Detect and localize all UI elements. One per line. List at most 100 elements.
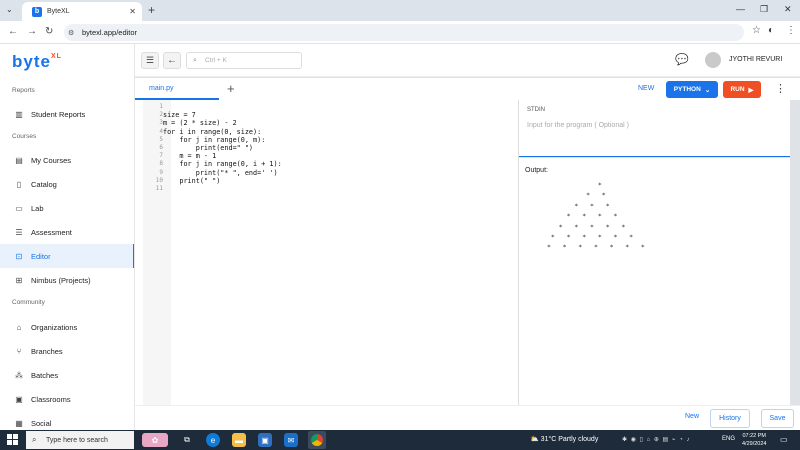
- close-window-icon[interactable]: ✕: [784, 4, 792, 15]
- stdin-panel[interactable]: STDIN Input for the program ( Optional ): [519, 100, 790, 157]
- editor-icon: ⊡: [15, 251, 23, 261]
- new-button[interactable]: NEW: [638, 85, 654, 92]
- grid-icon: ⊞: [15, 275, 23, 285]
- sidebar: byteXL Reports ▥ Student Reports Courses …: [0, 44, 135, 430]
- language-select[interactable]: PYTHON ⌄: [666, 81, 718, 98]
- branches-icon: ⑂: [16, 346, 22, 356]
- sidebar-item-editor[interactable]: ⊡ Editor: [0, 244, 134, 268]
- line-number: 10: [155, 176, 163, 184]
- code-line[interactable]: print("* ", end=' '): [163, 169, 278, 177]
- notification-icon[interactable]: ▭: [780, 435, 788, 444]
- chat-icon[interactable]: 💬: [675, 53, 689, 66]
- browser-menu-icon[interactable]: ⋮: [786, 25, 796, 36]
- tab-title: ByteXL: [47, 8, 70, 15]
- menu-toggle-button[interactable]: ☰: [141, 52, 159, 69]
- sidebar-item-label: Classrooms: [31, 394, 71, 404]
- sidebar-item-label: Student Reports: [31, 109, 86, 119]
- sidebar-item-classrooms[interactable]: ▣ Classrooms: [0, 387, 134, 411]
- sidebar-item-student-reports[interactable]: ▥ Student Reports: [0, 102, 134, 126]
- store-icon[interactable]: ▣: [258, 433, 272, 447]
- mail-icon[interactable]: ✉: [284, 433, 298, 447]
- add-file-icon[interactable]: +: [227, 81, 235, 96]
- editor-bottom-bar: New History Save: [135, 405, 800, 430]
- sidebar-item-batches[interactable]: ⁂ Batches: [0, 363, 134, 387]
- profile-icon[interactable]: ◐: [768, 25, 774, 36]
- sidebar-item-catalog[interactable]: ▯ Catalog: [0, 172, 134, 196]
- sidebar-item-label: Organizations: [31, 322, 78, 332]
- new-file-button[interactable]: New: [685, 413, 699, 420]
- code-line[interactable]: print(end=" "): [163, 144, 253, 152]
- minimize-icon[interactable]: —: [736, 4, 745, 14]
- close-tab-icon[interactable]: ✕: [129, 7, 136, 16]
- widget-icon[interactable]: ✿: [142, 433, 168, 447]
- clock-time: 07:22 PM: [742, 433, 766, 439]
- tab-search-chevron-icon[interactable]: ⌄: [6, 5, 13, 14]
- save-button[interactable]: Save: [761, 409, 794, 428]
- site-info-icon[interactable]: ⚙: [68, 29, 74, 37]
- sidebar-item-label: Batches: [31, 370, 59, 380]
- taskbar-search-placeholder: Type here to search: [46, 436, 108, 444]
- sidebar-item-social[interactable]: ▦ Social: [0, 411, 134, 430]
- run-button[interactable]: RUN ▶: [723, 81, 761, 98]
- line-number: 9: [159, 168, 163, 176]
- sidebar-item-lab[interactable]: ▭ Lab: [0, 196, 134, 220]
- code-line[interactable]: for j in range(0, m):: [163, 136, 265, 144]
- username[interactable]: JYOTHI REVURI: [729, 56, 782, 63]
- new-tab-icon[interactable]: +: [148, 3, 155, 17]
- chrome-icon[interactable]: [308, 431, 326, 449]
- code-line[interactable]: m = m - 1: [163, 152, 216, 160]
- social-icon: ▦: [15, 418, 23, 428]
- file-tab-main-py[interactable]: main.py: [135, 78, 219, 100]
- forward-icon[interactable]: →: [27, 26, 37, 37]
- line-number: 7: [159, 152, 163, 160]
- section-reports: Reports: [12, 87, 35, 94]
- line-number: 2: [159, 111, 163, 119]
- line-number: 4: [159, 127, 163, 135]
- line-number: 6: [159, 144, 163, 151]
- reload-icon[interactable]: ↻: [45, 26, 53, 37]
- sidebar-item-label: My Courses: [31, 155, 72, 165]
- restore-icon[interactable]: ❐: [760, 4, 768, 15]
- chevron-down-icon: ⌄: [704, 86, 711, 94]
- search-input[interactable]: ⌕ Ctrl + K: [186, 52, 302, 69]
- task-view-icon[interactable]: ⧉: [180, 433, 194, 447]
- code-line[interactable]: for j in range(0, i + 1):: [163, 160, 281, 168]
- classroom-icon: ▣: [15, 394, 23, 404]
- back-icon[interactable]: ←: [8, 26, 18, 37]
- url-input[interactable]: ⚙ bytexl.app/editor: [64, 24, 744, 41]
- run-label: RUN: [730, 86, 745, 93]
- code-line[interactable]: size = 7: [163, 111, 196, 119]
- code-line[interactable]: for i in range(0, size):: [163, 128, 261, 136]
- sidebar-item-branches[interactable]: ⑂ Branches: [0, 339, 134, 363]
- browser-tab[interactable]: b ByteXL ✕: [22, 2, 142, 21]
- code-editor[interactable]: 1 2 3 4 5 6 7 8 9 10 11 size = 7m = (2 * size) - 2…: [135, 100, 519, 405]
- sidebar-item-nimbus[interactable]: ⊞ Nimbus (Projects): [0, 268, 134, 292]
- sidebar-item-label: Catalog: [31, 179, 57, 189]
- batches-icon: ⁂: [15, 370, 23, 380]
- windows-start-icon[interactable]: [7, 434, 19, 446]
- more-options-icon[interactable]: ⋮: [775, 82, 786, 95]
- stdin-placeholder: Input for the program ( Optional ): [527, 122, 629, 129]
- logo-text: byte: [12, 52, 51, 71]
- avatar[interactable]: [705, 52, 721, 68]
- line-number: 3: [159, 119, 163, 127]
- sidebar-item-assessment[interactable]: ☰ Assessment: [0, 220, 134, 244]
- file-explorer-icon[interactable]: ▬: [232, 433, 246, 447]
- weather-widget[interactable]: ⛅ 31°C Partly cloudy: [530, 435, 598, 443]
- taskbar-search-input[interactable]: ⌕ Type here to search: [26, 431, 134, 449]
- back-button[interactable]: ←: [163, 52, 181, 69]
- system-tray-icons[interactable]: ✱ ◉ ▯ ⌂ ⊕ ▤ ⌁ ◔ ♪: [622, 436, 690, 443]
- clock[interactable]: 07:22 PM 4/29/2024: [742, 432, 766, 448]
- hamburger-icon: ☰: [145, 55, 155, 65]
- history-button[interactable]: History: [710, 409, 750, 428]
- language-indicator[interactable]: ENG: [722, 436, 735, 442]
- bytexl-logo[interactable]: byteXL: [12, 52, 62, 72]
- edge-icon[interactable]: e: [206, 433, 220, 447]
- sidebar-item-organizations[interactable]: ⌂ Organizations: [0, 315, 134, 339]
- sidebar-item-my-courses[interactable]: ▤ My Courses: [0, 148, 134, 172]
- weather-icon: ⛅: [530, 436, 541, 443]
- language-label: PYTHON: [673, 86, 701, 93]
- code-line[interactable]: print(" "): [163, 177, 220, 185]
- bookmark-star-icon[interactable]: ☆: [752, 25, 761, 36]
- code-line[interactable]: m = (2 * size) - 2: [163, 119, 237, 127]
